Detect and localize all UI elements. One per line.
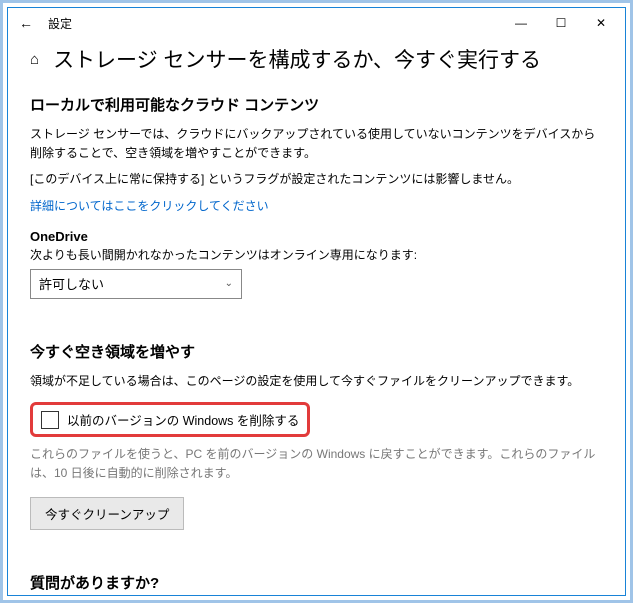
minimize-button[interactable]: —: [501, 9, 541, 37]
cloud-content-desc1: ストレージ センサーでは、クラウドにバックアップされている使用していないコンテン…: [30, 125, 603, 162]
cloud-content-heading: ローカルで利用可能なクラウド コンテンツ: [30, 94, 603, 115]
delete-previous-windows-row: 以前のバージョンの Windows を削除する: [30, 402, 310, 437]
settings-window: ← 設定 — ☐ ✕ ⌂ ストレージ センサーを構成するか、今すぐ実行する ロー…: [7, 7, 626, 596]
onedrive-dropdown-value: 許可しない: [39, 274, 104, 293]
cloud-details-link[interactable]: 詳細についてはここをクリックしてください: [30, 199, 269, 213]
delete-previous-windows-note: これらのファイルを使うと、PC を前のバージョンの Windows に戻すことが…: [30, 445, 603, 482]
content-area: ⌂ ストレージ センサーを構成するか、今すぐ実行する ローカルで利用可能なクラウ…: [8, 38, 625, 595]
chevron-down-icon: ⌄: [225, 278, 233, 289]
delete-previous-windows-checkbox[interactable]: [41, 411, 59, 429]
titlebar: ← 設定 — ☐ ✕: [8, 8, 625, 38]
freeup-heading: 今すぐ空き領域を増やす: [30, 341, 603, 362]
cloud-content-desc2: [このデバイス上に常に保持する] というフラグが設定されたコンテンツには影響しま…: [30, 170, 603, 189]
window-title: 設定: [40, 15, 501, 32]
cleanup-now-button[interactable]: 今すぐクリーンアップ: [30, 497, 184, 530]
maximize-button[interactable]: ☐: [541, 9, 581, 37]
page-title: ストレージ センサーを構成するか、今すぐ実行する: [53, 44, 541, 74]
delete-previous-windows-label: 以前のバージョンの Windows を削除する: [67, 410, 299, 429]
help-heading: 質問がありますか?: [30, 572, 603, 593]
onedrive-desc: 次よりも長い間開かれなかったコンテンツはオンライン専用になります:: [30, 246, 603, 263]
close-button[interactable]: ✕: [581, 9, 621, 37]
home-icon[interactable]: ⌂: [30, 51, 39, 68]
freeup-desc: 領域が不足している場合は、このページの設定を使用して今すぐファイルをクリーンアッ…: [30, 372, 603, 391]
back-button[interactable]: ←: [12, 15, 40, 31]
onedrive-dropdown[interactable]: 許可しない ⌄: [30, 269, 242, 299]
onedrive-label: OneDrive: [30, 229, 603, 244]
